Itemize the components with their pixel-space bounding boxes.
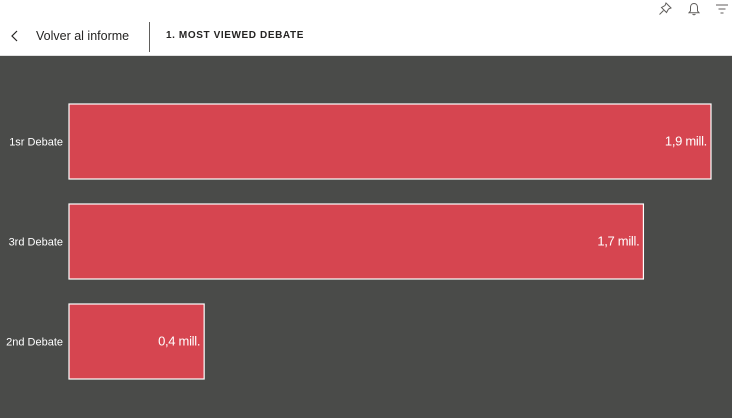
category-label: 1sr Debate <box>9 137 63 149</box>
bar[interactable] <box>68 103 712 180</box>
bar[interactable] <box>68 203 645 280</box>
page-title: 1. MOST VIEWED DEBATE <box>166 30 304 41</box>
back-to-report-button[interactable]: Volver al informe <box>10 26 129 46</box>
category-label: 3rd Debate <box>9 237 63 249</box>
back-to-report-label: Volver al informe <box>36 29 130 43</box>
filter-icon[interactable] <box>714 1 730 17</box>
category-label: 2nd Debate <box>6 337 63 349</box>
data-label: 0,4 mill. <box>158 334 200 349</box>
chevron-left-icon <box>10 30 20 42</box>
chart-area: 1sr Debate 1,9 mill. 3rd Debate 1,7 mill. 2n… <box>0 56 732 418</box>
data-label: 1,7 mill. <box>597 234 639 249</box>
pin-icon[interactable] <box>657 1 673 17</box>
bell-icon[interactable] <box>686 1 702 17</box>
header-bar: Volver al informe 1. MOST VIEWED DEBATE <box>0 0 732 56</box>
header-divider <box>149 22 150 52</box>
data-label: 1,9 mill. <box>665 134 707 149</box>
bar-chart: 1sr Debate 1,9 mill. 3rd Debate 1,7 mill. 2n… <box>6 103 712 380</box>
